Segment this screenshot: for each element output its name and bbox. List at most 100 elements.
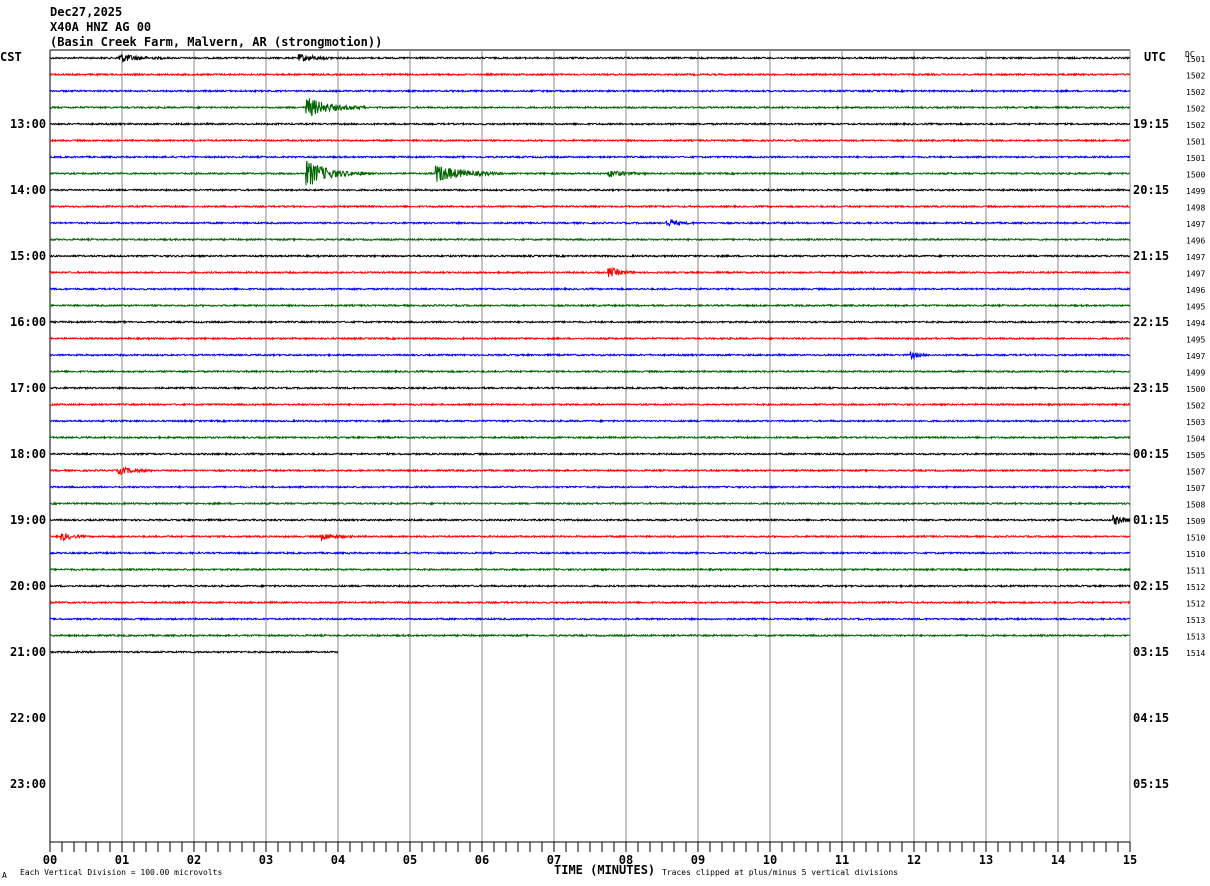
right-hour-label: 01:15 (1133, 513, 1169, 527)
right-hour-label: 19:15 (1133, 117, 1169, 131)
x-tick-label: 06 (475, 853, 489, 867)
dc-value: 1495 (1186, 303, 1205, 312)
left-hour-label: 19:00 (10, 513, 46, 527)
dc-value: 1511 (1186, 567, 1205, 576)
dc-value: 1494 (1186, 319, 1205, 328)
dc-value: 1497 (1186, 352, 1205, 361)
seismic-trace (49, 418, 1131, 424)
right-hour-label: 23:15 (1133, 381, 1169, 395)
x-tick-label: 01 (115, 853, 129, 867)
seismic-trace (49, 501, 1131, 506)
left-hour-label: 18:00 (10, 447, 46, 461)
dc-value: 1510 (1186, 550, 1205, 559)
x-tick-label: 12 (907, 853, 921, 867)
right-hour-label: 22:15 (1133, 315, 1169, 329)
seismic-trace (49, 266, 1131, 278)
left-hour-label: 17:00 (10, 381, 46, 395)
seismic-trace (49, 385, 1131, 391)
x-tick-label: 10 (763, 853, 777, 867)
dc-value: 1507 (1186, 468, 1205, 477)
right-hour-label: 00:15 (1133, 447, 1169, 461)
x-tick-label: 02 (187, 853, 201, 867)
dc-value: 1495 (1186, 336, 1205, 345)
seismic-trace (49, 402, 1131, 407)
left-hour-label: 15:00 (10, 249, 46, 263)
x-tick-label: 03 (259, 853, 273, 867)
seismic-trace (49, 484, 1131, 490)
dc-value: 1504 (1186, 435, 1205, 444)
seismic-trace (49, 351, 1131, 361)
left-timezone-label: CST (0, 50, 22, 64)
dc-value: 1501 (1186, 138, 1205, 147)
right-hour-label: 02:15 (1133, 579, 1169, 593)
x-axis-title: TIME (MINUTES) (554, 863, 655, 877)
helicorder-chart: Dec27,2025 X40A HNZ AG 00 (Basin Creek F… (0, 5, 1205, 880)
traces (49, 53, 1131, 655)
seismic-trace (49, 451, 1131, 457)
dc-value: 1496 (1186, 237, 1205, 246)
seismic-trace (49, 286, 1131, 292)
right-hour-label: 04:15 (1133, 711, 1169, 725)
seismic-trace (49, 88, 1131, 94)
seismic-trace (49, 633, 1131, 638)
dc-value: 1507 (1186, 484, 1205, 493)
x-tick-label: 09 (691, 853, 705, 867)
dc-value: 1502 (1186, 402, 1205, 411)
dc-value: 1509 (1186, 517, 1205, 526)
right-timezone-label: UTC (1144, 50, 1166, 64)
seismic-trace (49, 303, 1131, 308)
seismic-trace (49, 98, 1131, 117)
seismic-trace (49, 319, 1131, 325)
header-date: Dec27,2025 (50, 5, 122, 19)
seismic-trace (49, 154, 1130, 160)
header-location: (Basin Creek Farm, Malvern, AR (strongmo… (50, 35, 382, 49)
dc-value: 1501 (1186, 55, 1205, 64)
seismic-trace (49, 237, 1131, 242)
left-hour-label: 13:00 (10, 117, 46, 131)
seismic-trace (49, 583, 1131, 589)
seismic-trace (49, 72, 1131, 77)
left-hour-label: 21:00 (10, 645, 46, 659)
dc-value: 1513 (1186, 633, 1205, 642)
seismic-trace (50, 121, 1131, 127)
x-tick-label: 15 (1123, 853, 1137, 867)
left-hour-label: 20:00 (10, 579, 46, 593)
dc-value: 1497 (1186, 220, 1205, 229)
seismic-trace (49, 616, 1131, 622)
seismic-trace (49, 53, 1131, 63)
dc-value: 1503 (1186, 418, 1205, 427)
seismic-trace (49, 218, 1131, 227)
dc-value: 1499 (1186, 369, 1205, 378)
dc-value: 1496 (1186, 286, 1205, 295)
dc-value: 1502 (1186, 72, 1205, 81)
dc-value: 1502 (1186, 105, 1205, 114)
dc-value: 1501 (1186, 154, 1205, 163)
right-hour-label: 05:15 (1133, 777, 1169, 791)
seismic-trace (49, 567, 1131, 572)
dc-value: 1502 (1186, 121, 1205, 130)
seismic-trace (49, 160, 1130, 186)
right-hour-label: 03:15 (1133, 645, 1169, 659)
seismic-trace (49, 204, 1131, 209)
plot-grid (49, 49, 1131, 842)
dc-value: 1508 (1186, 501, 1205, 510)
seismic-trace (49, 435, 1131, 440)
right-hour-label: 21:15 (1133, 249, 1169, 263)
dc-value: 1512 (1186, 600, 1205, 609)
dc-value: 1498 (1186, 204, 1205, 213)
x-tick-label: 13 (979, 853, 993, 867)
corner-mark: A (2, 871, 7, 880)
seismic-trace (49, 533, 1131, 542)
dc-value: 1514 (1186, 649, 1205, 658)
left-hour-label: 16:00 (10, 315, 46, 329)
x-tick-label: 11 (835, 853, 849, 867)
dc-value: 1500 (1186, 385, 1205, 394)
seismic-trace (49, 336, 1131, 341)
x-tick-label: 00 (43, 853, 57, 867)
header-station: X40A HNZ AG 00 (50, 20, 151, 34)
hour-labels: 1501 1502 1502 1502 1502 1501 1501 1500 1499 1498… (10, 55, 1205, 791)
dc-value: 1513 (1186, 616, 1205, 625)
seismic-trace (50, 465, 1131, 476)
seismic-trace (49, 138, 1131, 143)
right-hour-label: 20:15 (1133, 183, 1169, 197)
